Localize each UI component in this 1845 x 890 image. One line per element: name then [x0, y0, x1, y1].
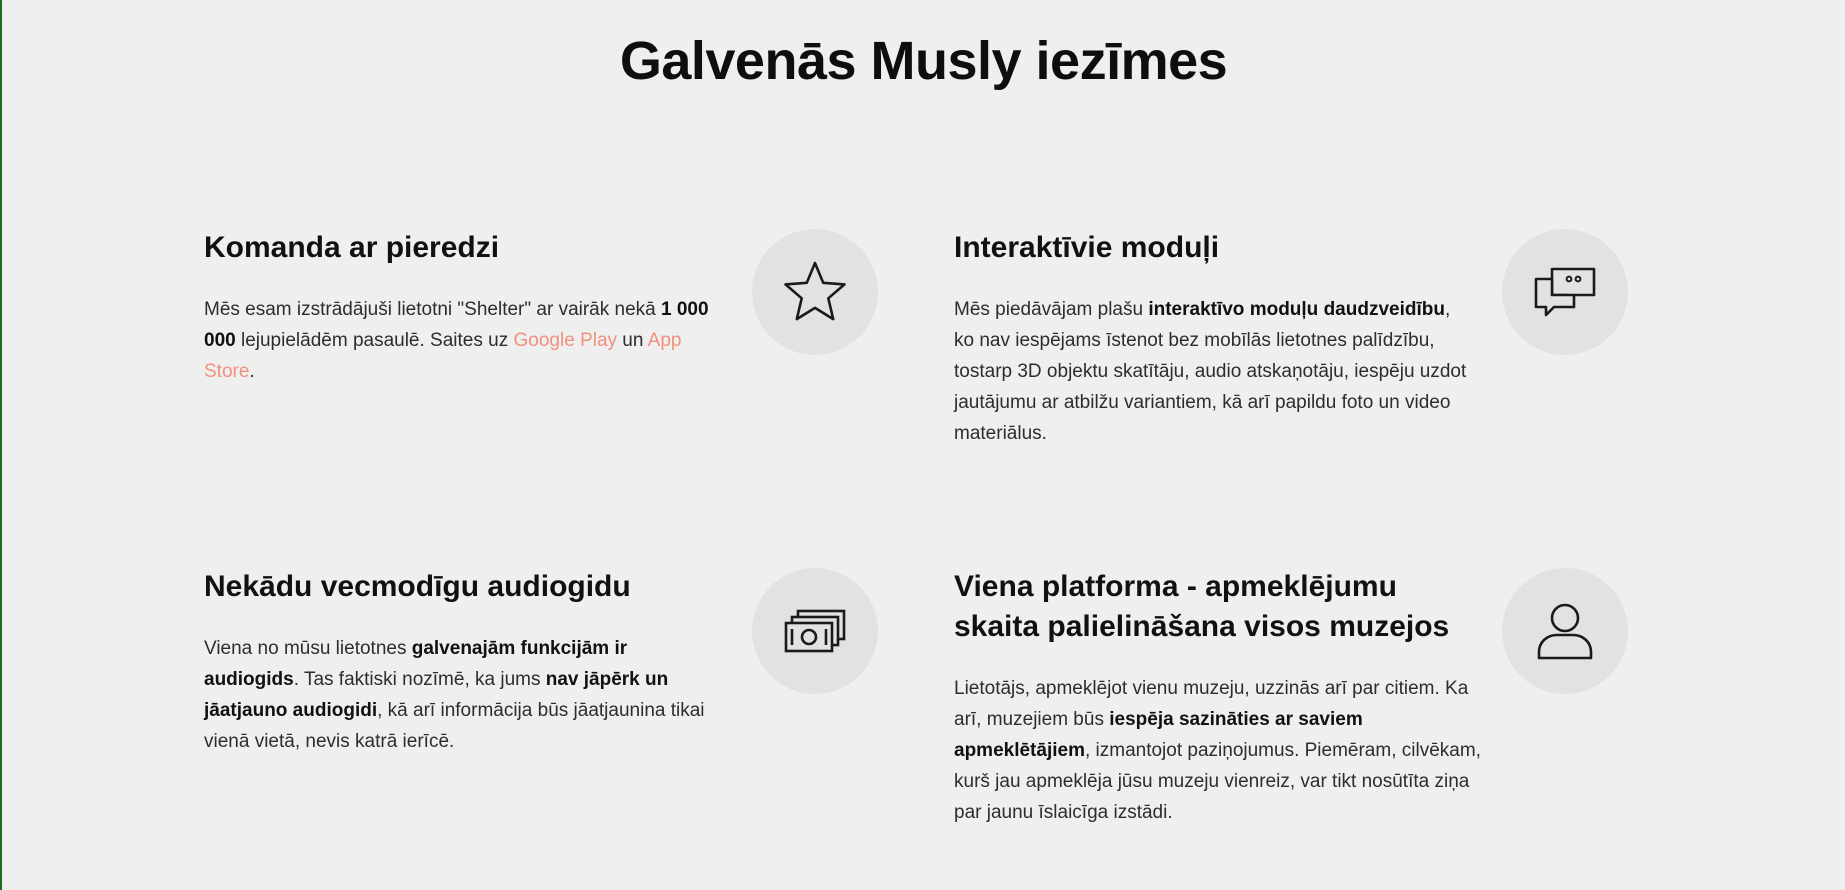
- star-icon-badge: [752, 229, 878, 355]
- feature-title: Viena platforma - apmeklējumu skaita pal…: [954, 570, 1450, 643]
- page-title: Galvenās Musly iezīmes: [619, 31, 1228, 91]
- user-icon: [1537, 603, 1593, 660]
- feature-description: Mēs piedāvājam plašu interaktīvo moduļu …: [954, 299, 1467, 444]
- feature-description: Mēs esam izstrādājuši lietotni "Shelter"…: [204, 299, 709, 382]
- feature-no-audioguides: Nekādu vecmodīgu audiogidu Viena no mūsu…: [204, 567, 724, 757]
- feature-title: Nekādu vecmodīgu audiogidu: [204, 570, 631, 603]
- feature-team-experience: Komanda ar pieredzi Mēs esam izstrādājuš…: [204, 228, 724, 387]
- google-play-link[interactable]: Google Play: [514, 330, 618, 351]
- chat-icon-badge: [1502, 229, 1628, 355]
- feature-interactive-modules: Interaktīvie moduļi Mēs piedāvājam plašu…: [954, 228, 1474, 449]
- feature-description: Lietotājs, apmeklējot vienu muzeju, uzzi…: [954, 678, 1481, 823]
- cash-stack-icon: [784, 609, 846, 653]
- star-icon: [784, 261, 846, 321]
- feature-title: Interaktīvie moduļi: [954, 231, 1220, 264]
- cash-icon-badge: [752, 568, 878, 694]
- feature-title: Komanda ar pieredzi: [204, 231, 500, 264]
- chat-bubbles-icon: [1534, 267, 1596, 317]
- feature-one-platform: Viena platforma - apmeklējumu skaita pal…: [954, 567, 1484, 828]
- feature-description: Viena no mūsu lietotnes galvenajām funkc…: [204, 638, 705, 752]
- user-icon-badge: [1502, 568, 1628, 694]
